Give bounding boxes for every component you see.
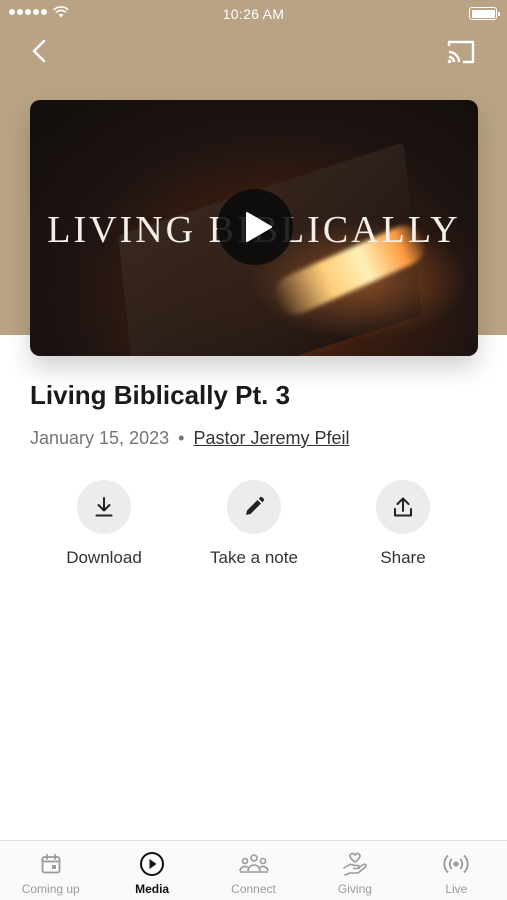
speaker-link[interactable]: Pastor Jeremy Pfeil — [193, 428, 349, 448]
download-button[interactable]: Download — [39, 480, 169, 568]
play-button[interactable] — [217, 189, 293, 265]
status-bar: 10:26 AM — [0, 0, 507, 28]
play-circle-icon — [140, 852, 165, 876]
play-icon — [246, 212, 272, 242]
tab-giving[interactable]: Giving — [304, 841, 405, 900]
tab-coming-up[interactable]: Coming up — [0, 841, 101, 900]
take-note-label: Take a note — [210, 548, 298, 567]
sermon-meta: January 15, 2023 • Pastor Jeremy Pfeil — [30, 428, 350, 449]
broadcast-icon — [443, 855, 469, 873]
tab-label-giving: Giving — [337, 882, 372, 896]
download-icon — [95, 497, 113, 517]
battery-icon — [469, 7, 500, 20]
tab-label-coming-up: Coming up — [21, 882, 80, 896]
tab-media[interactable]: Media — [101, 841, 202, 900]
take-note-circle — [227, 480, 281, 534]
share-button[interactable]: Share — [338, 480, 468, 568]
sermon-title: Living Biblically Pt. 3 — [30, 380, 291, 410]
tab-live[interactable]: Live — [406, 841, 507, 900]
action-row: Download Take a note Share — [0, 480, 507, 580]
video-player[interactable]: LIVING BIBLICALLY — [30, 100, 478, 356]
calendar-icon — [41, 854, 61, 874]
giving-hand-icon — [343, 852, 367, 876]
tab-label-live: Live — [445, 882, 468, 896]
people-icon — [238, 854, 269, 873]
tab-label-connect: Connect — [231, 882, 276, 896]
cast-button[interactable] — [445, 38, 477, 66]
pencil-icon — [246, 496, 265, 515]
back-button[interactable] — [26, 36, 56, 66]
tab-label-media: Media — [135, 882, 170, 896]
share-label: Share — [380, 548, 426, 567]
tab-bar: Coming up Media Connect Giving Live — [0, 840, 507, 900]
status-time: 10:26 AM — [222, 6, 285, 22]
take-note-button[interactable]: Take a note — [189, 480, 319, 568]
download-label: Download — [66, 548, 142, 567]
tab-connect[interactable]: Connect — [203, 841, 304, 900]
cast-icon — [447, 40, 475, 64]
meta-separator: • — [178, 428, 185, 448]
share-circle — [376, 480, 430, 534]
share-icon — [394, 497, 412, 517]
download-circle — [77, 480, 131, 534]
sermon-date: January 15, 2023 — [30, 428, 170, 448]
chevron-left-icon — [32, 39, 46, 63]
